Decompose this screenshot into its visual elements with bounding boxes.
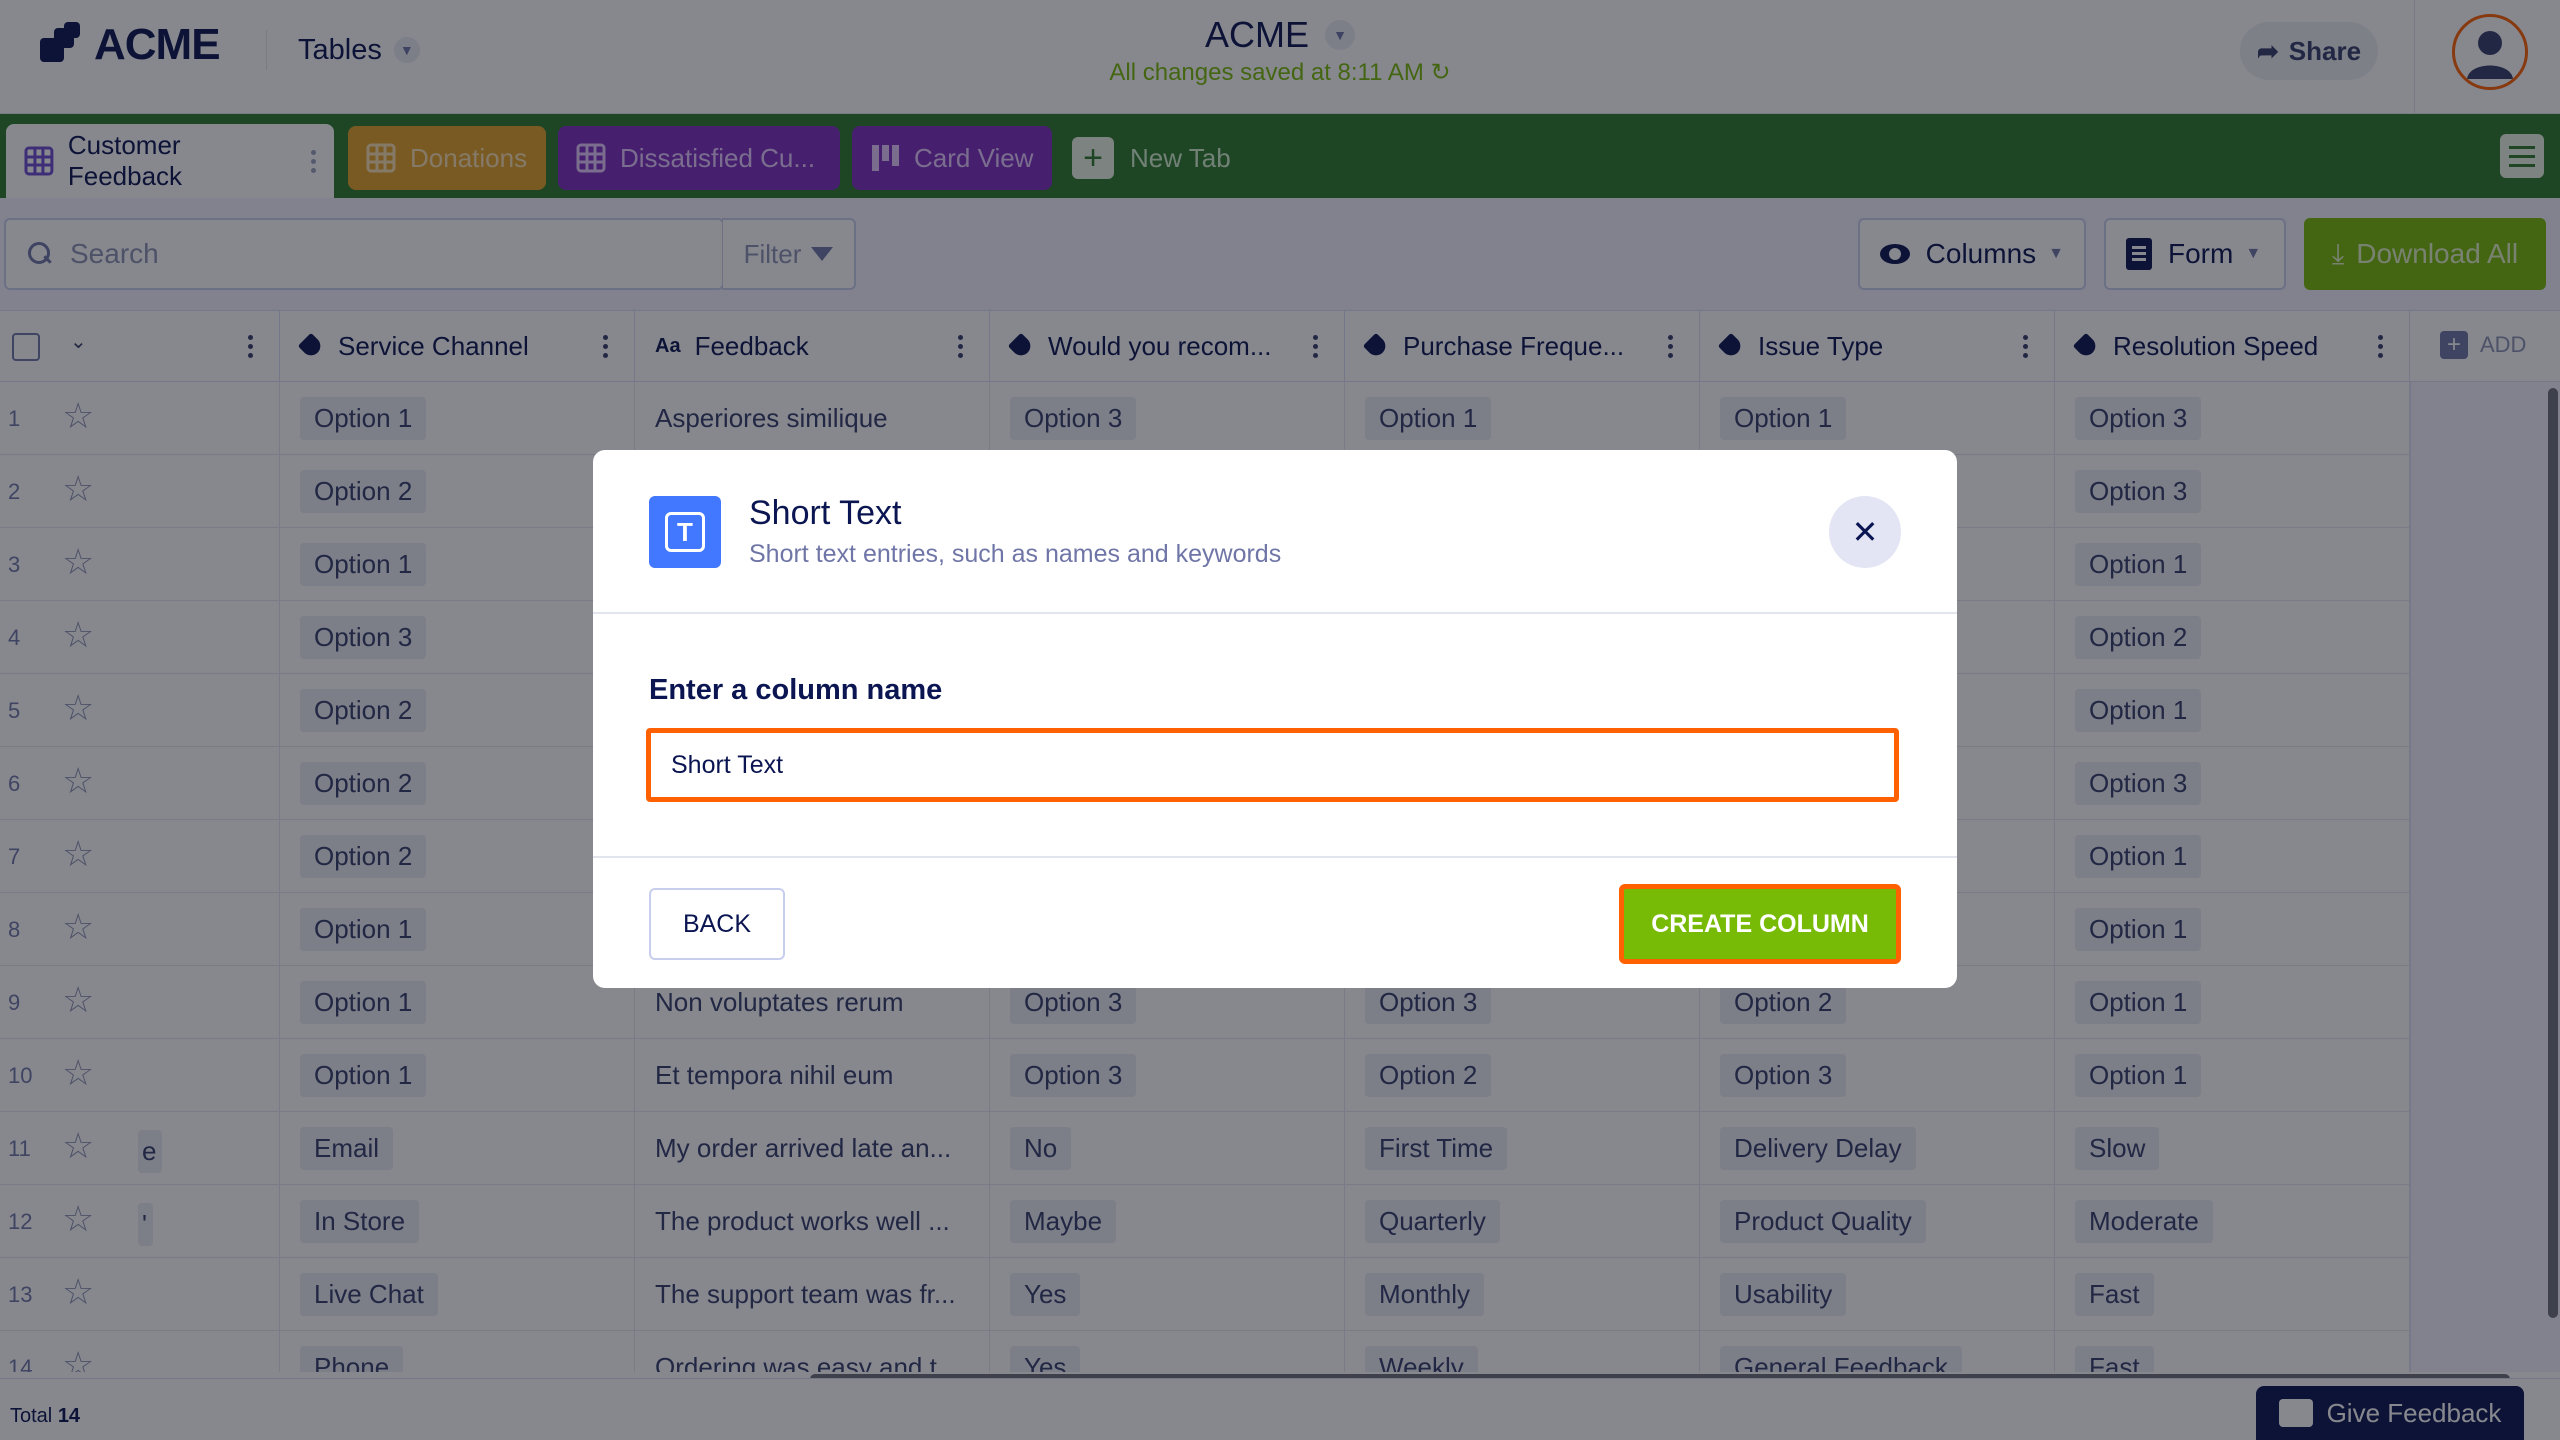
create-column-button[interactable]: CREATE COLUMN [1619, 884, 1901, 964]
dialog-header: T Short Text Short text entries, such as… [593, 450, 1957, 614]
dialog-footer: BACK CREATE COLUMN [593, 856, 1957, 988]
back-button[interactable]: BACK [649, 888, 785, 960]
close-icon[interactable]: ✕ [1829, 496, 1901, 568]
short-text-type-icon: T [649, 496, 721, 568]
column-name-label: Enter a column name [649, 674, 943, 706]
dialog-title: Short Text [749, 494, 902, 532]
create-column-dialog: T Short Text Short text entries, such as… [593, 450, 1957, 988]
column-name-input[interactable] [646, 728, 1899, 802]
dialog-subtitle: Short text entries, such as names and ke… [749, 540, 1282, 568]
